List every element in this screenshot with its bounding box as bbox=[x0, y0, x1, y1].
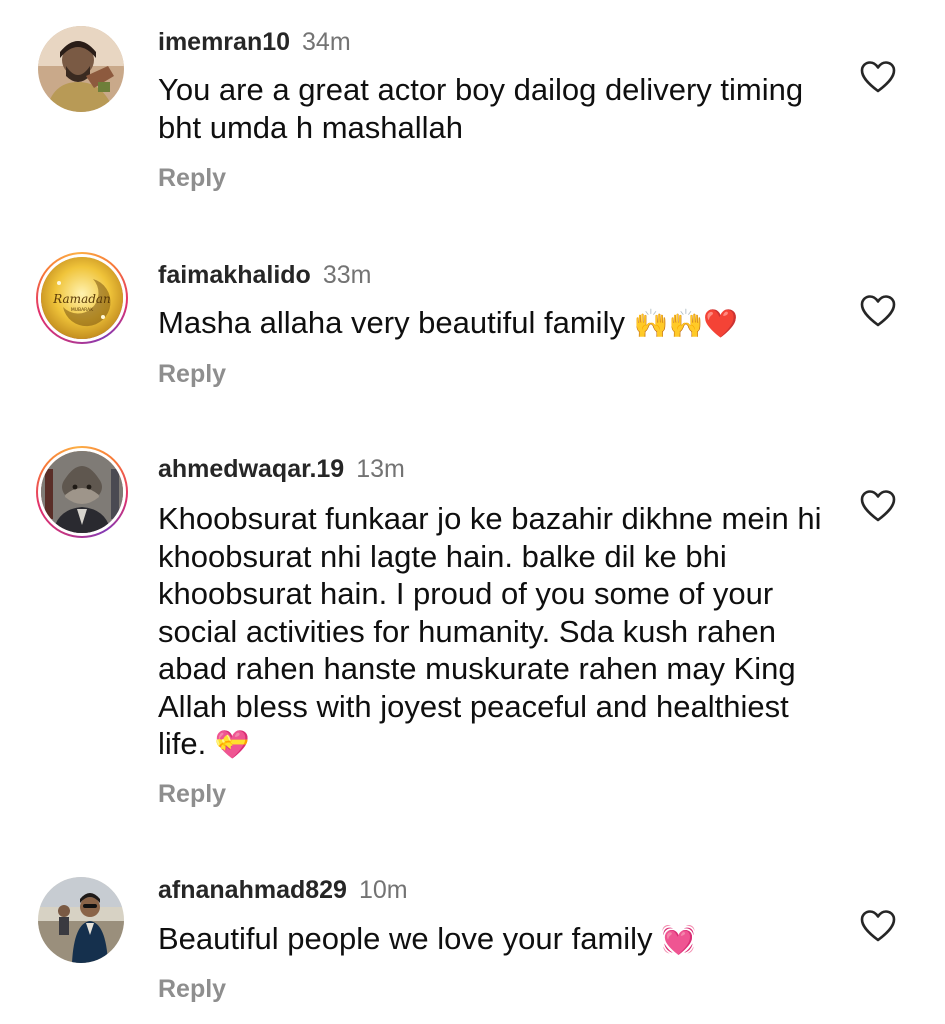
avatar[interactable]: Ramadan MUBARAK bbox=[36, 252, 128, 344]
heart-outline-icon bbox=[860, 61, 896, 93]
heart-outline-icon bbox=[860, 490, 896, 522]
comment-header: afnanahmad829 10m bbox=[158, 874, 408, 905]
comment-username[interactable]: faimakhalido bbox=[158, 261, 311, 289]
like-button[interactable] bbox=[860, 294, 896, 328]
heart-outline-icon bbox=[860, 295, 896, 327]
avatar[interactable] bbox=[36, 875, 128, 967]
like-button[interactable] bbox=[860, 60, 896, 94]
comment-username[interactable]: ahmedwaqar.19 bbox=[158, 455, 344, 483]
reply-button[interactable]: Reply bbox=[158, 360, 226, 389]
comment-text: Khoobsurat funkaar jo ke bazahir dikhne … bbox=[158, 500, 838, 764]
comment-username[interactable]: afnanahmad829 bbox=[158, 876, 347, 904]
comment-emoji: 💓 bbox=[661, 923, 697, 956]
like-button[interactable] bbox=[860, 909, 896, 943]
comment-emoji: 💝 bbox=[214, 728, 250, 761]
comment-text-content: Beautiful people we love your family bbox=[158, 921, 653, 956]
avatar-label: Ramadan bbox=[52, 292, 111, 306]
avatar-photo bbox=[41, 451, 123, 533]
comment-text-content: Masha allaha very beautiful family bbox=[158, 305, 625, 340]
comment-timestamp: 13m bbox=[356, 455, 405, 483]
heart-outline-icon bbox=[860, 910, 896, 942]
comment-emoji: 🙌🙌❤️ bbox=[633, 307, 739, 340]
comment-text-content: You are a great actor boy dailog deliver… bbox=[158, 72, 804, 145]
comment-timestamp: 34m bbox=[302, 28, 351, 56]
avatar-photo bbox=[38, 26, 124, 112]
comment-header: imemran10 34m bbox=[158, 26, 351, 57]
reply-button[interactable]: Reply bbox=[158, 164, 226, 193]
avatar[interactable] bbox=[36, 446, 128, 538]
reply-button[interactable]: Reply bbox=[158, 975, 226, 1004]
avatar-photo: Ramadan MUBARAK bbox=[41, 257, 123, 339]
comment-text: Beautiful people we love your family 💓 bbox=[158, 920, 838, 959]
comment-timestamp: 33m bbox=[322, 261, 372, 289]
reply-button[interactable]: Reply bbox=[158, 780, 226, 809]
avatar-photo bbox=[38, 877, 124, 963]
comment-timestamp: 10m bbox=[358, 876, 408, 904]
avatar[interactable] bbox=[36, 24, 128, 116]
comment-text: Masha allaha very beautiful family 🙌🙌❤️ bbox=[158, 304, 838, 343]
comment-username[interactable]: imemran10 bbox=[158, 28, 290, 56]
comment-text: You are a great actor boy dailog deliver… bbox=[158, 71, 838, 146]
like-button[interactable] bbox=[860, 489, 896, 523]
comment-text-content: Khoobsurat funkaar jo ke bazahir dikhne … bbox=[158, 501, 822, 761]
avatar-sublabel: MUBARAK bbox=[71, 307, 94, 313]
comment-header: faimakhalido 33m bbox=[158, 259, 371, 290]
comment-header: ahmedwaqar.19 13m bbox=[158, 453, 405, 484]
